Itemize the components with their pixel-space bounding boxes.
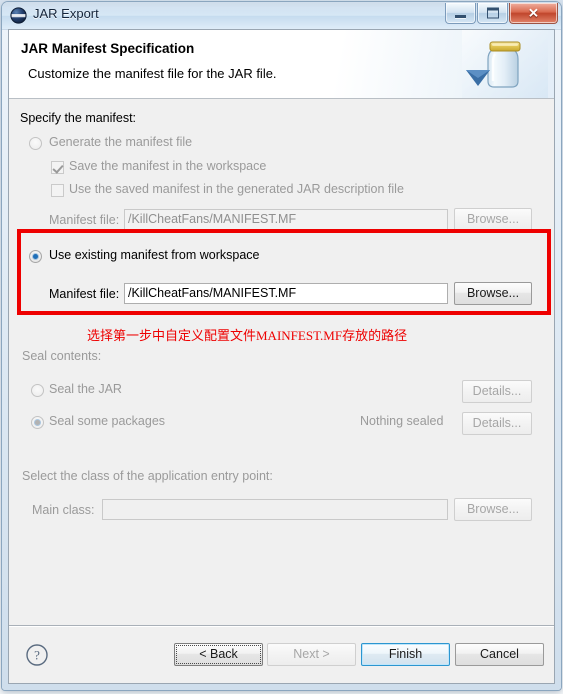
main-class-browse-button[interactable]: Browse... — [454, 498, 532, 521]
wizard-body: Specify the manifest: Generate the manif… — [9, 99, 554, 626]
screenshot-root: _____ ____ _______ ____ JAR Export — [0, 0, 563, 694]
wizard-header: JAR Manifest Specification Customize the… — [9, 30, 554, 99]
existing-manifest-file-input[interactable]: /KillCheatFans/MANIFEST.MF — [124, 283, 448, 304]
finish-button[interactable]: Finish — [361, 643, 450, 666]
seal-jar-label: Seal the JAR — [49, 382, 122, 396]
existing-manifest-file-label: Manifest file: — [49, 287, 120, 301]
minimize-button[interactable] — [445, 3, 476, 24]
entry-point-label: Select the class of the application entr… — [22, 469, 273, 483]
back-button[interactable]: < Back — [174, 643, 263, 666]
eclipse-globe-icon — [10, 7, 27, 24]
main-class-input[interactable] — [102, 499, 448, 520]
help-icon[interactable]: ? — [25, 643, 49, 667]
jar-jar-icon — [462, 30, 548, 98]
generate-manifest-file-label: Manifest file: — [49, 213, 120, 227]
seal-jar-radio[interactable] — [31, 384, 44, 397]
annotation-text: 选择第一步中自定义配置文件MAINFEST.MF存放的路径 — [87, 328, 408, 343]
maximize-icon — [486, 7, 499, 19]
close-button[interactable]: ✕ — [509, 3, 558, 24]
svg-text:?: ? — [34, 648, 40, 663]
cancel-button[interactable]: Cancel — [455, 643, 544, 666]
save-manifest-checkbox[interactable] — [51, 161, 64, 174]
specify-manifest-label: Specify the manifest: — [20, 111, 137, 125]
use-existing-manifest-label: Use existing manifest from workspace — [49, 248, 260, 262]
use-saved-manifest-label: Use the saved manifest in the generated … — [69, 182, 404, 196]
seal-packages-radio[interactable] — [31, 416, 44, 429]
window-controls: ✕ — [444, 3, 558, 24]
next-button[interactable]: Next > — [267, 643, 356, 666]
use-existing-manifest-radio[interactable] — [29, 250, 42, 263]
generate-manifest-file-input[interactable]: /KillCheatFans/MANIFEST.MF — [124, 209, 448, 230]
use-saved-manifest-checkbox[interactable] — [51, 184, 64, 197]
main-class-label: Main class: — [32, 503, 95, 517]
existing-manifest-browse-button[interactable]: Browse... — [454, 282, 532, 305]
save-manifest-label: Save the manifest in the workspace — [69, 159, 267, 173]
generate-manifest-radio[interactable] — [29, 137, 42, 150]
dialog-button-bar: ? < Back Next > Finish Cancel — [9, 626, 554, 683]
dialog-client-area: JAR Manifest Specification Customize the… — [8, 29, 555, 684]
maximize-button[interactable] — [477, 3, 508, 24]
page-subtitle: Customize the manifest file for the JAR … — [28, 66, 277, 81]
minimize-icon — [455, 15, 466, 18]
seal-packages-status: Nothing sealed — [360, 414, 444, 428]
seal-jar-details-button[interactable]: Details... — [462, 380, 532, 403]
close-icon: ✕ — [528, 5, 539, 21]
title-bar[interactable]: JAR Export ✕ — [2, 2, 561, 30]
page-title: JAR Manifest Specification — [21, 41, 195, 56]
seal-packages-details-button[interactable]: Details... — [462, 412, 532, 435]
seal-packages-label: Seal some packages — [49, 414, 166, 428]
seal-contents-label: Seal contents: — [22, 349, 102, 363]
generate-manifest-browse-button[interactable]: Browse... — [454, 208, 532, 231]
jar-export-dialog: JAR Export ✕ JAR Manifest Specification … — [2, 2, 561, 690]
generate-manifest-label: Generate the manifest file — [49, 135, 193, 149]
window-title: JAR Export — [33, 6, 99, 21]
